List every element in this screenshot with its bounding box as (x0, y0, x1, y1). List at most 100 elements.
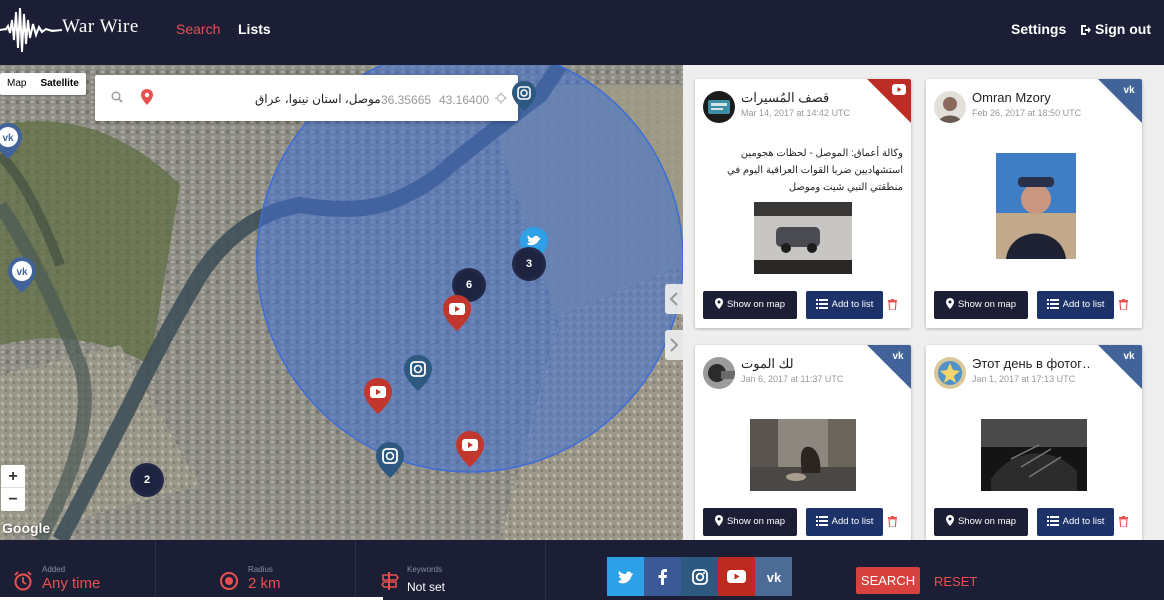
add-to-list-button[interactable]: Add to list (1037, 508, 1114, 536)
svg-text:vk: vk (1123, 351, 1135, 360)
crosshair-icon[interactable] (495, 92, 507, 104)
trash-icon[interactable] (1119, 516, 1128, 527)
author-name: Omran Mzory (972, 90, 1051, 105)
google-logo: Google (2, 520, 51, 536)
list-icon (815, 299, 828, 309)
svg-text:vk: vk (1123, 85, 1135, 94)
avatar (934, 91, 966, 123)
instagram-marker-icon[interactable] (512, 81, 536, 111)
brand-title[interactable]: War Wire (62, 16, 139, 38)
youtube-toggle[interactable] (718, 557, 755, 596)
alarm-clock-icon (14, 571, 32, 591)
sign-out-icon (1081, 25, 1091, 35)
author-name: Этот день в фотог… (972, 356, 1090, 371)
marker-cluster[interactable]: 2 (130, 463, 164, 497)
map-view[interactable]: Map Satellite موصل، استان نینوا، عراق 36… (0, 65, 683, 540)
trash-icon[interactable] (1119, 299, 1128, 310)
filter-added-label: Added (42, 565, 66, 574)
instagram-marker-icon[interactable] (404, 355, 432, 391)
svg-text:vk: vk (892, 351, 904, 360)
map-marker-icon (945, 515, 954, 526)
results-panel: قصف المُسيرات Mar 14, 2017 at 14:42 UTC … (683, 65, 1164, 540)
map-marker-icon (945, 298, 954, 309)
vk-icon: vk (1123, 351, 1135, 360)
search-button[interactable]: SEARCH (856, 567, 920, 594)
post-text: وكالة أعماق: الموصل - لحظات هجومين استشه… (726, 148, 903, 193)
twitter-icon (617, 570, 633, 583)
map-type-toggle: Map Satellite (0, 73, 86, 95)
avatar (703, 357, 735, 389)
vk-icon: vk (892, 351, 904, 360)
photo-thumbnail[interactable] (996, 153, 1076, 259)
post-date: Mar 14, 2017 at 14:42 UTC (741, 108, 851, 118)
photo-thumbnail[interactable] (981, 419, 1087, 491)
video-thumbnail[interactable] (754, 202, 852, 274)
latitude-value: 36.35665 (381, 93, 432, 107)
chevron-right-icon (670, 338, 679, 352)
youtube-icon (727, 570, 746, 583)
author-name: لك الموت (741, 356, 794, 371)
nav-lists[interactable]: Lists (238, 21, 271, 37)
add-to-list-button[interactable]: Add to list (806, 508, 883, 536)
map-type-map[interactable]: Map (0, 73, 33, 95)
vk-toggle[interactable]: vk (755, 557, 792, 596)
reset-button[interactable]: RESET (934, 574, 977, 589)
svg-text:vk: vk (766, 571, 781, 583)
sign-out-label: Sign out (1095, 21, 1151, 37)
instagram-marker-icon[interactable] (376, 442, 404, 478)
filter-keywords[interactable]: Keywords Not set (356, 540, 546, 600)
result-card[interactable]: Этот день в фотог… Jan 1, 2017 at 17:13 … (926, 345, 1142, 540)
post-date: Jan 6, 2017 at 11:37 UTC (741, 374, 844, 384)
list-icon (815, 516, 828, 526)
show-on-map-button[interactable]: Show on map (703, 291, 797, 319)
filter-radius[interactable]: Radius 2 km (156, 540, 356, 600)
result-card[interactable]: لك الموت Jan 6, 2017 at 11:37 UTC vk Sho… (695, 345, 911, 540)
add-to-list-button[interactable]: Add to list (1037, 291, 1114, 319)
show-on-map-button[interactable]: Show on map (934, 291, 1028, 319)
facebook-toggle[interactable] (644, 557, 681, 596)
youtube-marker-icon[interactable] (443, 295, 471, 331)
photo-thumbnail[interactable] (750, 419, 856, 491)
list-icon (1046, 516, 1059, 526)
zoom-out-button[interactable]: − (1, 488, 25, 511)
vk-marker-icon[interactable]: vk (8, 257, 36, 293)
post-date: Feb 26, 2017 at 18:50 UTC (972, 108, 1082, 118)
youtube-marker-icon[interactable] (456, 431, 484, 467)
show-on-map-button[interactable]: Show on map (703, 508, 797, 536)
trash-icon[interactable] (888, 516, 897, 527)
zoom-controls: + − (1, 465, 25, 511)
show-on-map-button[interactable]: Show on map (934, 508, 1028, 536)
filter-keywords-label: Keywords (407, 565, 443, 574)
filter-added[interactable]: Added Any time (0, 540, 156, 600)
map-marker-icon (714, 515, 723, 526)
youtube-marker-icon[interactable] (364, 378, 392, 414)
nav-settings[interactable]: Settings (1011, 21, 1066, 37)
result-card[interactable]: قصف المُسيرات Mar 14, 2017 at 14:42 UTC … (695, 79, 911, 328)
youtube-icon (892, 84, 906, 95)
location-text: موصل، استان نینوا، عراق (255, 92, 381, 106)
filter-added-value: Any time (42, 575, 101, 592)
signpost-icon (380, 572, 400, 590)
zoom-in-button[interactable]: + (1, 465, 25, 488)
result-card[interactable]: Omran Mzory Feb 26, 2017 at 18:50 UTC vk… (926, 79, 1142, 328)
top-navigation-bar: War Wire Search Lists Settings Sign out (0, 0, 1164, 65)
add-to-list-button[interactable]: Add to list (806, 291, 883, 319)
location-search-box[interactable]: موصل، استان نینوا، عراق 36.35665 43.1640… (95, 75, 518, 121)
avatar (703, 91, 735, 123)
satellite-map-background (0, 65, 683, 540)
nav-search[interactable]: Search (176, 21, 220, 37)
cluster-count: 6 (465, 279, 473, 291)
panel-prev-button[interactable] (665, 284, 683, 314)
sign-out-button[interactable]: Sign out (1080, 21, 1151, 37)
target-icon (220, 572, 238, 590)
marker-cluster[interactable]: 3 (512, 247, 546, 281)
panel-next-button[interactable] (665, 330, 683, 360)
instagram-toggle[interactable] (681, 557, 718, 596)
map-type-satellite[interactable]: Satellite (33, 73, 85, 95)
filter-radius-value: 2 km (248, 575, 281, 592)
twitter-toggle[interactable] (607, 557, 644, 596)
svg-text:vk: vk (2, 133, 14, 144)
vk-marker-icon[interactable]: vk (0, 123, 22, 159)
filter-keywords-value: Not set (407, 580, 446, 594)
trash-icon[interactable] (888, 299, 897, 310)
